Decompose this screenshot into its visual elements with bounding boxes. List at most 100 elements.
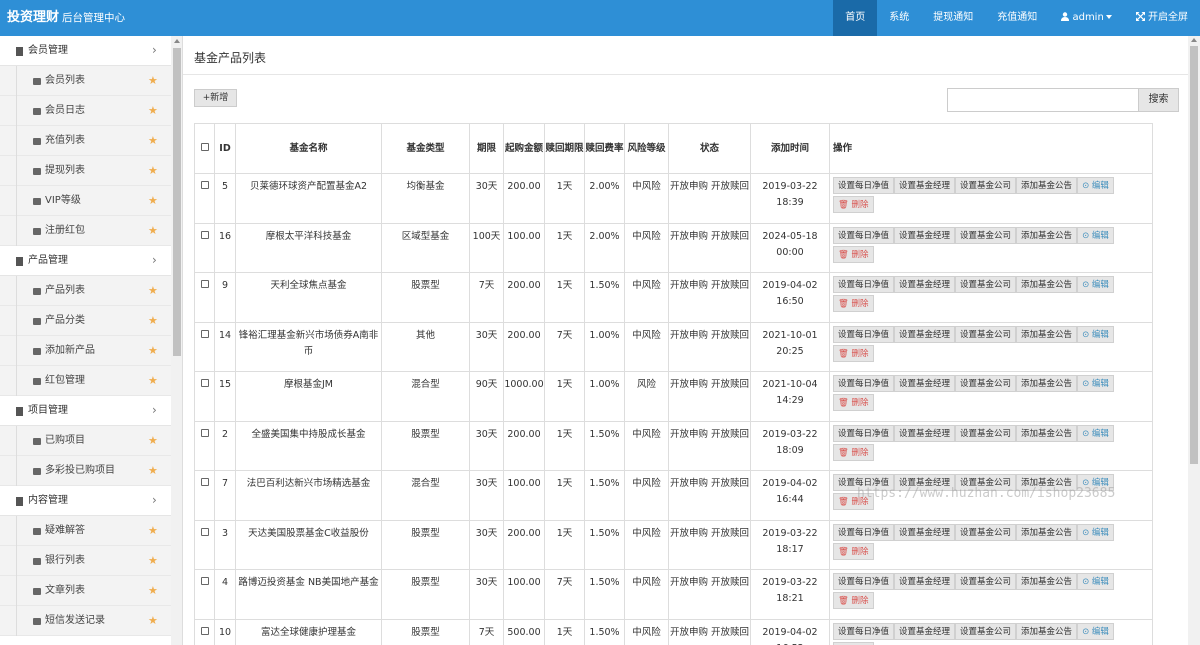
set-fund-company-button[interactable]: 设置基金公司	[955, 226, 1017, 244]
select-all-checkbox-cell[interactable]	[194, 123, 215, 174]
scroll-up-arrow-icon[interactable]	[1191, 38, 1197, 42]
row-checkbox-cell[interactable]	[194, 173, 215, 224]
header-redeem-term[interactable]: 赎回期限	[544, 123, 585, 174]
sidebar-item[interactable]: 会员日志 ★	[0, 96, 171, 126]
sidebar-item[interactable]: 文章列表 ★	[0, 576, 171, 606]
header-id[interactable]: ID	[214, 123, 236, 174]
header-term[interactable]: 期限	[469, 123, 504, 174]
set-fund-company-button[interactable]: 设置基金公司	[955, 325, 1017, 343]
row-checkbox-cell[interactable]	[194, 222, 215, 273]
add-fund-notice-button[interactable]: 添加基金公告	[1016, 226, 1078, 244]
row-checkbox[interactable]	[200, 428, 209, 437]
delete-button[interactable]: 🗑 删除	[833, 295, 874, 312]
row-checkbox[interactable]	[200, 181, 209, 189]
set-fund-manager-button[interactable]: 设置基金经理	[894, 226, 956, 244]
delete-button[interactable]: 🗑 删除	[833, 443, 874, 461]
header-name[interactable]: 基金名称	[235, 123, 382, 174]
nav-recharge-notice[interactable]: 充值通知	[985, 0, 1049, 36]
set-fund-company-button[interactable]: 设置基金公司	[955, 375, 1017, 392]
row-checkbox[interactable]	[200, 379, 209, 387]
header-add-time[interactable]: 添加时间	[750, 123, 830, 174]
set-fund-manager-button[interactable]: 设置基金经理	[894, 375, 956, 392]
delete-button[interactable]: 🗑 删除	[833, 493, 874, 510]
add-fund-notice-button[interactable]: 添加基金公告	[1016, 276, 1078, 293]
set-fund-manager-button[interactable]: 设置基金经理	[894, 622, 956, 640]
sidebar-scroll-thumb[interactable]	[173, 48, 181, 356]
row-checkbox[interactable]	[200, 577, 209, 585]
delete-button[interactable]: 🗑 删除	[833, 542, 874, 560]
add-fund-notice-button[interactable]: 添加基金公告	[1016, 424, 1078, 442]
edit-button[interactable]: ⊙ 编辑	[1077, 523, 1114, 541]
header-min-amount[interactable]: 起购金额	[503, 123, 545, 174]
edit-button[interactable]: ⊙ 编辑	[1077, 622, 1114, 640]
row-checkbox-cell[interactable]	[194, 569, 215, 620]
set-fund-company-button[interactable]: 设置基金公司	[955, 523, 1017, 541]
sidebar-item[interactable]: 短信发送记录 ★	[0, 606, 171, 636]
set-daily-nav-button[interactable]: 设置每日净值	[833, 276, 895, 293]
sidebar-group[interactable]: 内容管理 ›	[0, 486, 171, 516]
delete-button[interactable]: 🗑 删除	[833, 641, 874, 645]
row-checkbox-cell[interactable]	[194, 371, 215, 422]
set-fund-company-button[interactable]: 设置基金公司	[955, 276, 1017, 293]
sidebar-group[interactable]: 会员管理 ›	[0, 36, 171, 66]
nav-withdraw-notice[interactable]: 提现通知	[921, 0, 985, 36]
edit-button[interactable]: ⊙ 编辑	[1077, 276, 1114, 293]
edit-button[interactable]: ⊙ 编辑	[1077, 177, 1114, 194]
row-checkbox-cell[interactable]	[194, 321, 215, 372]
set-daily-nav-button[interactable]: 设置每日净值	[833, 474, 895, 491]
search-input[interactable]	[947, 88, 1139, 112]
add-fund-notice-button[interactable]: 添加基金公告	[1016, 573, 1078, 590]
header-risk[interactable]: 风险等级	[624, 123, 669, 174]
sidebar-item[interactable]: 充值列表 ★	[0, 126, 171, 156]
sidebar-group[interactable]: 项目管理 ›	[0, 396, 171, 426]
select-all-checkbox[interactable]	[200, 142, 209, 151]
set-fund-company-button[interactable]: 设置基金公司	[955, 424, 1017, 442]
row-checkbox-cell[interactable]	[194, 272, 215, 323]
set-fund-company-button[interactable]: 设置基金公司	[955, 622, 1017, 640]
set-fund-manager-button[interactable]: 设置基金经理	[894, 573, 956, 590]
sidebar-item[interactable]: 注册红包 ★	[0, 216, 171, 246]
row-checkbox[interactable]	[200, 329, 209, 338]
delete-button[interactable]: 🗑 删除	[833, 394, 874, 411]
set-fund-manager-button[interactable]: 设置基金经理	[894, 276, 956, 293]
set-fund-manager-button[interactable]: 设置基金经理	[894, 424, 956, 442]
set-fund-company-button[interactable]: 设置基金公司	[955, 474, 1017, 491]
sidebar-item[interactable]: 已购项目 ★	[0, 426, 171, 456]
delete-button[interactable]: 🗑 删除	[833, 592, 874, 609]
add-fund-notice-button[interactable]: 添加基金公告	[1016, 622, 1078, 640]
add-button[interactable]: +新增	[194, 89, 237, 107]
add-fund-notice-button[interactable]: 添加基金公告	[1016, 523, 1078, 541]
set-fund-manager-button[interactable]: 设置基金经理	[894, 474, 956, 491]
edit-button[interactable]: ⊙ 编辑	[1077, 424, 1114, 442]
nav-home[interactable]: 首页	[833, 0, 878, 36]
sidebar-item[interactable]: 添加新产品 ★	[0, 336, 171, 366]
set-fund-manager-button[interactable]: 设置基金经理	[894, 177, 956, 194]
sidebar-item[interactable]: 会员列表 ★	[0, 66, 171, 96]
sidebar-item[interactable]: 产品列表 ★	[0, 276, 171, 306]
row-checkbox-cell[interactable]	[194, 470, 215, 521]
header-type[interactable]: 基金类型	[381, 123, 470, 174]
set-daily-nav-button[interactable]: 设置每日净值	[833, 177, 895, 194]
header-redeem-fee[interactable]: 赎回费率	[584, 123, 625, 174]
set-daily-nav-button[interactable]: 设置每日净值	[833, 375, 895, 392]
sidebar-item[interactable]: 多彩投已购项目 ★	[0, 456, 171, 486]
add-fund-notice-button[interactable]: 添加基金公告	[1016, 177, 1078, 194]
delete-button[interactable]: 🗑 删除	[833, 196, 874, 213]
delete-button[interactable]: 🗑 删除	[833, 344, 874, 362]
row-checkbox[interactable]	[200, 626, 209, 635]
add-fund-notice-button[interactable]: 添加基金公告	[1016, 325, 1078, 343]
page-scrollbar[interactable]	[1188, 36, 1200, 645]
set-fund-manager-button[interactable]: 设置基金经理	[894, 325, 956, 343]
set-daily-nav-button[interactable]: 设置每日净值	[833, 523, 895, 541]
set-daily-nav-button[interactable]: 设置每日净值	[833, 573, 895, 590]
set-fund-company-button[interactable]: 设置基金公司	[955, 573, 1017, 590]
set-fund-company-button[interactable]: 设置基金公司	[955, 177, 1017, 194]
sidebar-item[interactable]: 提现列表 ★	[0, 156, 171, 186]
set-fund-manager-button[interactable]: 设置基金经理	[894, 523, 956, 541]
edit-button[interactable]: ⊙ 编辑	[1077, 375, 1114, 392]
page-scroll-thumb[interactable]	[1190, 46, 1198, 464]
sidebar-item[interactable]: 红包管理 ★	[0, 366, 171, 396]
set-daily-nav-button[interactable]: 设置每日净值	[833, 325, 895, 343]
nav-fullscreen[interactable]: 开启全屏	[1124, 0, 1200, 36]
sidebar-item[interactable]: VIP等级 ★	[0, 186, 171, 216]
